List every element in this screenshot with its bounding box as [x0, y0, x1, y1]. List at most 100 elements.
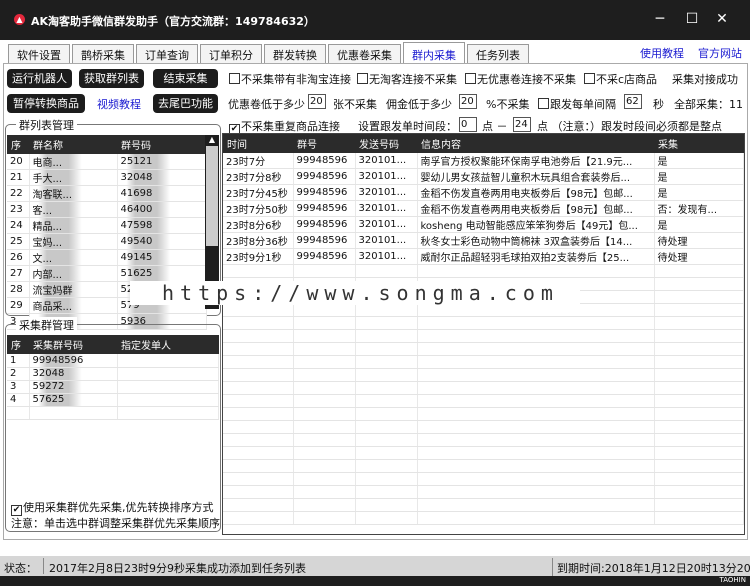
commission-input[interactable]: 20 — [459, 94, 477, 109]
col-time: 时间 — [223, 134, 293, 153]
table-row[interactable] — [223, 394, 744, 408]
no-taoke-checkbox[interactable]: 无淘客连接不采集 — [357, 71, 457, 87]
table-cell: 47598 — [117, 217, 207, 234]
table-cell: 32048 — [29, 367, 118, 381]
table-row[interactable] — [223, 355, 744, 369]
period-start-input[interactable]: 0 — [459, 117, 477, 132]
tab-software-settings[interactable]: 软件设置 — [8, 44, 70, 63]
table-cell: 文... — [29, 249, 118, 266]
video-tutorial-link[interactable]: 视频教程 — [97, 96, 141, 112]
run-robot-button[interactable]: 运行机器人 — [7, 69, 72, 88]
table-row[interactable] — [223, 446, 744, 460]
table-cell: 待处理 — [654, 232, 744, 249]
table-row[interactable]: 23时8分36秒 99948596 320101... 秋冬女士彩色动物中筒棉袜 3双… — [223, 232, 744, 249]
tab-coupon-collect[interactable]: 优惠卷采集 — [328, 44, 401, 63]
table-row[interactable] — [223, 485, 744, 499]
stop-collect-button[interactable]: 结束采集 — [153, 69, 218, 88]
interval-input[interactable]: 62 — [624, 94, 642, 109]
priority-checkbox[interactable]: ✔ 使用采集群优先采集,优先转换排序方式 — [11, 499, 214, 516]
table-row[interactable] — [223, 420, 744, 434]
no-c-store-checkbox[interactable]: 不采c店商品 — [584, 71, 657, 87]
no-non-taobao-checkbox[interactable]: 不采集带有非淘宝连接 — [229, 71, 351, 87]
tab-group-collect[interactable]: 群内采集 — [403, 42, 465, 63]
tail-function-button[interactable]: 去尾巴功能 — [153, 94, 218, 113]
table-row[interactable] — [7, 406, 219, 420]
table-row[interactable] — [223, 381, 744, 395]
table-row[interactable] — [223, 316, 744, 330]
table-row[interactable] — [223, 329, 744, 343]
table-row[interactable]: 23 客... 46400 — [7, 201, 207, 218]
table-cell — [654, 511, 744, 525]
table-row[interactable]: 21 手大... 32048 — [7, 169, 207, 186]
table-cell: 23时9分1秒 — [223, 248, 294, 265]
app-logo-icon: ▲ — [14, 14, 25, 25]
table-cell — [355, 433, 418, 447]
table-row[interactable] — [223, 264, 744, 278]
interval-checkbox[interactable]: 跟发每单间隔 — [538, 96, 616, 112]
pause-convert-button[interactable]: 暂停转换商品 — [7, 94, 85, 113]
scroll-thumb[interactable] — [206, 146, 218, 246]
website-link[interactable]: 官方网站 — [698, 45, 742, 61]
table-cell: 320101... — [355, 216, 418, 233]
table-cell — [417, 303, 655, 317]
title-bar: ▲ AK淘客助手微信群发助手（官方交流群：149784632） ─ ☐ ✕ — [0, 0, 750, 40]
table-row[interactable]: 23时7分8秒 99948596 320101... 婴幼儿男女孩益智儿童积木玩具组合… — [223, 168, 744, 185]
table-row[interactable]: 4 57625 — [7, 393, 219, 407]
tab-order-points[interactable]: 订单积分 — [200, 44, 262, 63]
table-row[interactable]: 22 淘客联... 41698 — [7, 185, 207, 202]
table-cell — [293, 433, 356, 447]
tab-task-list[interactable]: 任务列表 — [467, 44, 529, 63]
table-row[interactable]: 26 文... 49145 — [7, 249, 207, 266]
table-cell — [355, 459, 418, 473]
table-cell: 46400 — [117, 201, 207, 218]
table-row[interactable] — [223, 433, 744, 447]
table-row[interactable]: 23时7分 99948596 320101... 南孚官方授权聚能环保南孚电池劵后【2… — [223, 153, 744, 169]
table-row[interactable]: 27 内部... 51625 — [7, 265, 207, 282]
table-row[interactable] — [223, 342, 744, 356]
table-row[interactable]: 23时7分50秒 99948596 320101... 金稻不伤发直卷两用电夹板劵后【… — [223, 200, 744, 217]
table-cell: 待处理 — [654, 248, 744, 265]
table-row[interactable] — [223, 407, 744, 421]
get-groups-button[interactable]: 获取群列表 — [79, 69, 144, 88]
table-row[interactable] — [223, 368, 744, 382]
table-row[interactable]: 2 32048 — [7, 367, 219, 381]
table-row[interactable]: 23时8分6秒 99948596 320101... kosheng 电动智能感应笨笨… — [223, 216, 744, 233]
maximize-button[interactable]: ☐ — [682, 11, 702, 27]
table-row[interactable]: 20 电商... 25121 — [7, 154, 207, 170]
tab-queqiao[interactable]: 鹊桥采集 — [72, 44, 134, 63]
table-row[interactable]: 25 宝妈... 49540 — [7, 233, 207, 250]
table-row[interactable] — [223, 511, 744, 525]
table-row[interactable] — [223, 303, 744, 317]
table-cell: 32048 — [117, 169, 207, 186]
table-row[interactable] — [223, 498, 744, 512]
table-row[interactable]: 23时9分1秒 99948596 320101... 威耐尔正品超轻羽毛球拍双拍2支装… — [223, 248, 744, 265]
tab-mass-convert[interactable]: 群发转换 — [264, 44, 326, 63]
close-button[interactable]: ✕ — [712, 11, 732, 27]
table-cell: 57625 — [29, 393, 118, 407]
table-cell — [355, 485, 418, 499]
table-cell — [654, 433, 744, 447]
table-row[interactable]: 1 99948596 — [7, 354, 219, 368]
table-cell — [417, 381, 655, 395]
tab-order-query[interactable]: 订单查询 — [136, 44, 198, 63]
period-end-input[interactable]: 24 — [513, 117, 531, 132]
table-cell — [293, 472, 356, 486]
no-coupon-checkbox[interactable]: 无优惠卷连接不采集 — [465, 71, 576, 87]
table-row[interactable] — [223, 459, 744, 473]
coupon-min-input[interactable]: 20 — [308, 94, 326, 109]
table-cell: 金稻不伤发直卷两用电夹板劵后【98元】包邮... — [417, 200, 655, 217]
table-cell — [654, 290, 744, 304]
table-row[interactable] — [223, 472, 744, 486]
tutorial-link[interactable]: 使用教程 — [640, 45, 684, 61]
table-cell: 49540 — [117, 233, 207, 250]
table-row[interactable]: 3 59272 — [7, 380, 219, 394]
table-cell: 否：发现有... — [654, 200, 744, 217]
table-row[interactable]: 24 精品... 47598 — [7, 217, 207, 234]
minimize-button[interactable]: ─ — [650, 11, 670, 27]
col-sender: 指定发单人 — [117, 335, 219, 354]
period-dash: 点 － — [482, 120, 508, 133]
table-cell: 320101... — [355, 232, 418, 249]
scroll-up-icon[interactable]: ▲ — [205, 135, 219, 144]
table-row[interactable]: 23时7分45秒 99948596 320101... 金稻不伤发直卷两用电夹板劵后【… — [223, 184, 744, 201]
table-cell — [417, 316, 655, 330]
